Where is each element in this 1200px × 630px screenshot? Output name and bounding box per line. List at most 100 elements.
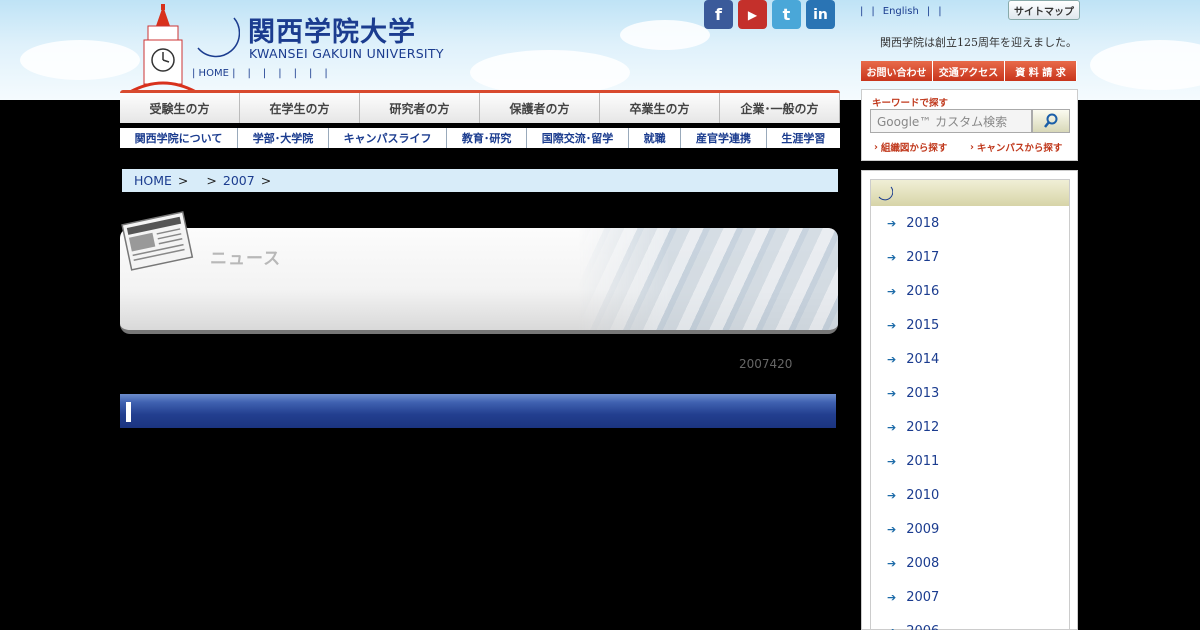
archive-year[interactable]: ➔ 2011: [871, 444, 1069, 478]
utility-nav: | HOME | | | | | | |: [192, 68, 328, 79]
contact-button[interactable]: お問い合わせ: [861, 61, 933, 81]
archive-year[interactable]: ➔ 2015: [871, 308, 1069, 342]
year-label: 2014: [906, 351, 940, 367]
arrow-right-icon: ➔: [887, 318, 897, 332]
facebook-icon[interactable]: f: [704, 0, 733, 29]
breadcrumb-sep: >: [177, 173, 189, 188]
breadcrumb: HOME > > 2007 >: [122, 169, 838, 192]
arrow-right-icon: ➔: [887, 522, 897, 536]
archive-year[interactable]: ➔ 2006: [871, 614, 1069, 630]
arrow-right-icon: ➔: [887, 454, 897, 468]
clock-tower-logo[interactable]: [128, 4, 198, 94]
archive-panel: ➔ 2018 ➔ 2017 ➔ 2016 ➔ 2015 ➔ 2014 ➔ 2013 ➔ 201…: [861, 170, 1078, 630]
archive-header: [871, 180, 1069, 206]
nav-parents[interactable]: 保護者の方: [480, 93, 600, 123]
year-label: 2016: [906, 283, 940, 299]
arrow-right-icon: ➔: [887, 590, 897, 604]
year-label: 2007: [906, 589, 940, 605]
archive-list: ➔ 2018 ➔ 2017 ➔ 2016 ➔ 2015 ➔ 2014 ➔ 2013 ➔ 201…: [870, 179, 1070, 630]
cat-about[interactable]: 関西学院について: [120, 128, 239, 148]
cat-industry[interactable]: 産官学連携: [681, 128, 767, 148]
keyword-search-panel: キーワードで探す Google™ カスタム検索 › 組織図から探す › キャンパ…: [861, 89, 1078, 161]
archive-year[interactable]: ➔ 2009: [871, 512, 1069, 546]
breadcrumb-year[interactable]: 2007: [223, 173, 255, 188]
archive-year[interactable]: ➔ 2014: [871, 342, 1069, 376]
search-input[interactable]: Google™ カスタム検索: [870, 109, 1032, 133]
org-chart-link[interactable]: › 組織図から探す: [874, 140, 948, 155]
top-sep: |: [871, 6, 875, 17]
chevron-right-icon: ›: [970, 141, 974, 153]
nav-researchers[interactable]: 研究者の方: [360, 93, 480, 123]
youtube-icon[interactable]: ▶: [738, 0, 767, 29]
arrow-right-icon: ➔: [887, 420, 897, 434]
utility-sep: |: [324, 68, 328, 79]
arrow-right-icon: ➔: [887, 556, 897, 570]
news-title: ニュース: [210, 249, 282, 269]
newspaper-icon: [121, 211, 194, 271]
year-label: 2013: [906, 385, 940, 401]
cat-lifelong[interactable]: 生涯学習: [767, 128, 840, 148]
breadcrumb-sep: >: [206, 173, 217, 188]
cat-faculties[interactable]: 学部･大学院: [238, 128, 329, 148]
year-label: 2010: [906, 487, 940, 503]
social-links: f ▶ t in: [704, 0, 835, 29]
top-links: | | English | |: [860, 6, 942, 17]
article-heading-bar: [120, 394, 836, 428]
archive-year[interactable]: ➔ 2017: [871, 240, 1069, 274]
archive-year[interactable]: ➔ 2012: [871, 410, 1069, 444]
access-button[interactable]: 交通アクセス: [933, 61, 1005, 81]
heading-marker: [126, 402, 131, 422]
archive-year[interactable]: ➔ 2010: [871, 478, 1069, 512]
nav-alumni[interactable]: 卒業生の方: [600, 93, 720, 123]
brochure-button[interactable]: 資 料 請 求: [1005, 61, 1077, 81]
archive-year[interactable]: ➔ 2008: [871, 546, 1069, 580]
search-button[interactable]: [1032, 109, 1070, 133]
archive-year[interactable]: ➔ 2018: [871, 206, 1069, 240]
campus-label: キャンパスから探す: [976, 143, 1063, 154]
year-label: 2018: [906, 215, 940, 231]
cat-international[interactable]: 国際交流･留学: [527, 128, 629, 148]
archive-year[interactable]: ➔ 2013: [871, 376, 1069, 410]
org-chart-label: 組織図から探す: [880, 143, 948, 154]
campus-link[interactable]: › キャンパスから探す: [970, 140, 1063, 155]
breadcrumb-sep: >: [260, 173, 272, 188]
logo-english[interactable]: KWANSEI GAKUIN UNIVERSITY: [249, 46, 444, 61]
english-link[interactable]: English: [883, 6, 919, 17]
sitemap-button[interactable]: サイトマップ: [1008, 0, 1080, 20]
utility-sep: |: [293, 68, 297, 79]
search-title: キーワードで探す: [872, 98, 949, 109]
year-label: 2017: [906, 249, 940, 265]
chevron-right-icon: ›: [874, 141, 878, 153]
arrow-right-icon: ➔: [887, 352, 897, 366]
breadcrumb-home[interactable]: HOME: [134, 173, 172, 188]
logo-japanese[interactable]: 関西学院大学: [248, 10, 416, 49]
year-label: 2015: [906, 317, 940, 333]
moon-logo-icon: [197, 17, 240, 58]
arrow-right-icon: ➔: [887, 284, 897, 298]
news-date: 2007420: [739, 357, 793, 371]
utility-sep: |: [278, 68, 282, 79]
arrow-right-icon: ➔: [887, 386, 897, 400]
arrow-right-icon: ➔: [887, 625, 896, 630]
top-sep: |: [860, 6, 864, 17]
nav-students[interactable]: 在学生の方: [240, 93, 360, 123]
utility-sep: |: [262, 68, 267, 79]
year-label: 2009: [906, 521, 940, 537]
archive-year[interactable]: ➔ 2016: [871, 274, 1069, 308]
main-nav: 受験生の方 在学生の方 研究者の方 保護者の方 卒業生の方 企業･一般の方: [120, 90, 840, 123]
nav-business[interactable]: 企業･一般の方: [720, 93, 840, 123]
category-nav: 関西学院について 学部･大学院 キャンパスライフ 教育･研究 国際交流･留学 就…: [120, 128, 840, 148]
nav-applicants[interactable]: 受験生の方: [120, 93, 240, 123]
top-sep: |: [938, 6, 942, 17]
moon-icon: [878, 186, 893, 201]
newspaper-photo: [578, 228, 838, 330]
cat-campus-life[interactable]: キャンパスライフ: [329, 128, 448, 148]
home-link[interactable]: | HOME |: [192, 68, 235, 79]
archive-year[interactable]: ➔ 2007: [871, 580, 1069, 614]
action-buttons: お問い合わせ 交通アクセス 資 料 請 求: [861, 61, 1077, 81]
twitter-icon[interactable]: t: [772, 0, 801, 29]
cat-career[interactable]: 就職: [629, 128, 682, 148]
cat-education[interactable]: 教育･研究: [447, 128, 528, 148]
search-icon: [1044, 113, 1058, 128]
linkedin-icon[interactable]: in: [806, 0, 835, 29]
